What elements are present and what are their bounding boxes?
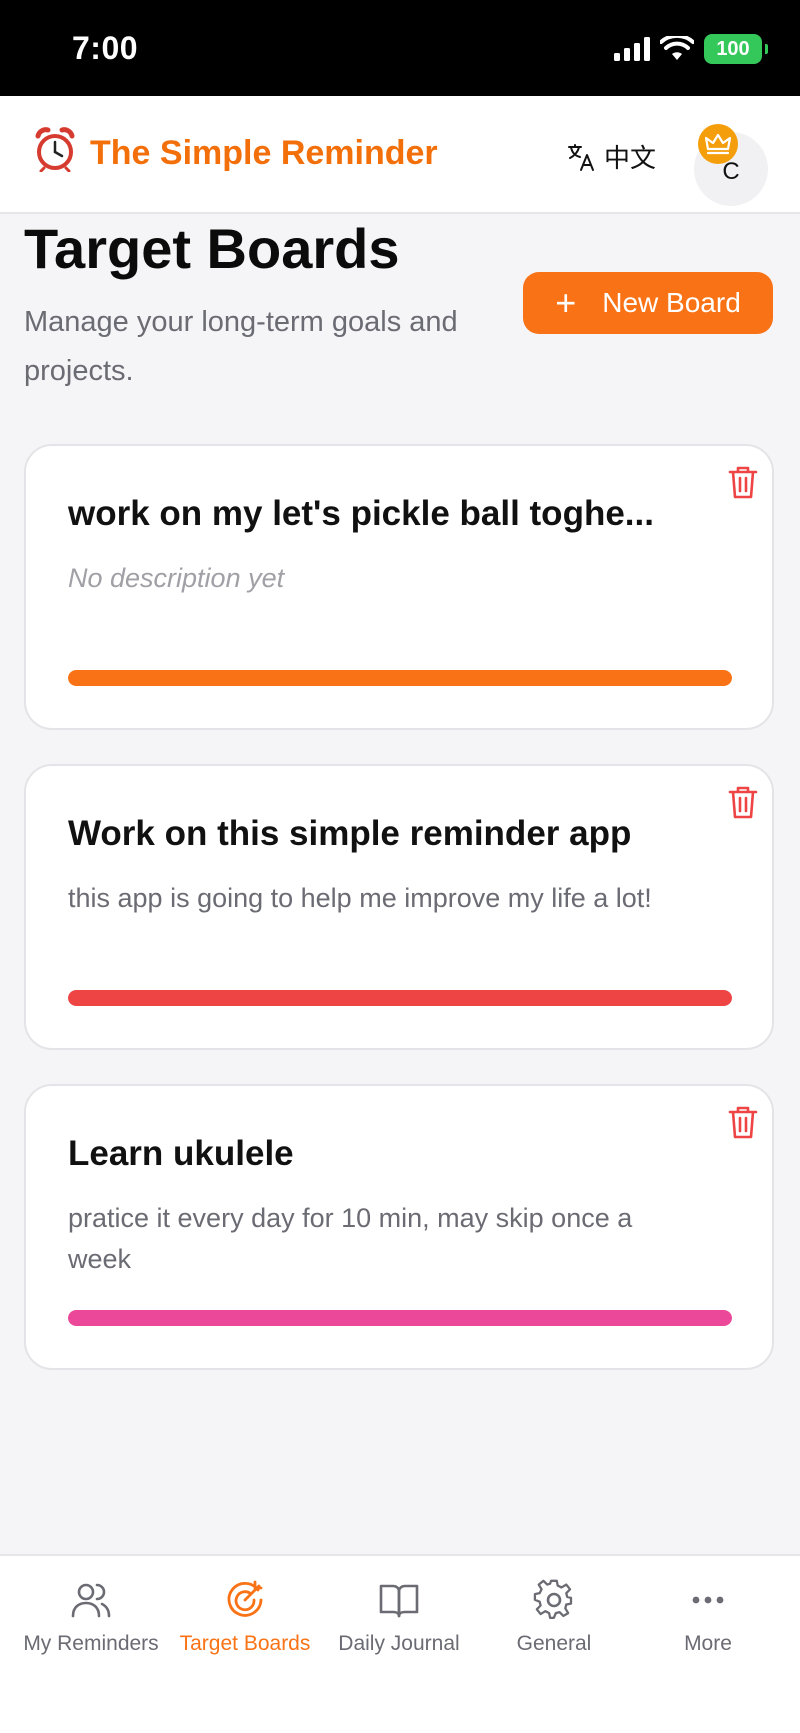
alarm-clock-icon xyxy=(35,127,75,172)
nav-label: Target Boards xyxy=(179,1632,311,1655)
nav-item-target-boards[interactable]: Target Boards xyxy=(165,1578,325,1656)
status-icons: 100 xyxy=(614,34,768,64)
page-title: Target Boards xyxy=(24,217,400,280)
board-title: Work on this simple reminder app xyxy=(68,814,632,853)
board-title: Learn ukulele xyxy=(68,1134,294,1173)
status-time: 7:00 xyxy=(72,30,139,66)
board-title: work on my let's pickle ball toghe... xyxy=(68,494,654,533)
bottom-nav: My Reminders Target Boards Daily Journal… xyxy=(0,1554,800,1733)
premium-badge xyxy=(698,124,738,164)
avatar-button[interactable]: C xyxy=(694,124,768,206)
nav-label: More xyxy=(684,1632,732,1655)
board-description: pratice it every day for 10 min, may ski… xyxy=(68,1203,633,1274)
nav-item-daily-journal[interactable]: Daily Journal xyxy=(319,1578,479,1656)
board-description: No description yet xyxy=(68,563,285,593)
board-card[interactable]: Work on this simple reminder app this ap… xyxy=(24,764,774,1050)
board-progress-bar xyxy=(68,990,732,1006)
page-subtitle: Manage your long-term goals and projects… xyxy=(24,306,458,387)
nav-item-general[interactable]: General xyxy=(474,1578,634,1656)
more-icon xyxy=(692,1596,724,1604)
translate-icon xyxy=(568,143,594,171)
board-progress-fill xyxy=(68,1310,732,1326)
gear-icon xyxy=(533,1579,573,1619)
nav-item-my-reminders[interactable]: My Reminders xyxy=(11,1578,171,1656)
board-card[interactable]: work on my let's pickle ball toghe... No… xyxy=(24,444,774,730)
trash-icon[interactable] xyxy=(726,464,760,500)
language-switch[interactable]: 中文 xyxy=(566,138,656,175)
board-progress-fill xyxy=(68,990,732,1006)
app-title: The Simple Reminder xyxy=(90,134,438,172)
new-board-button[interactable]: + New Board xyxy=(523,272,773,334)
new-board-label: New Board xyxy=(602,287,741,318)
battery-level: 100 xyxy=(716,37,750,60)
crown-icon xyxy=(705,133,731,155)
battery-indicator: 100 xyxy=(704,34,768,64)
wifi-icon xyxy=(660,36,694,60)
book-icon xyxy=(379,1584,419,1618)
plus-icon: + xyxy=(555,282,577,323)
target-icon xyxy=(227,1580,263,1617)
board-card[interactable]: Learn ukulele pratice it every day for 1… xyxy=(24,1084,774,1370)
nav-item-more[interactable]: More xyxy=(628,1578,788,1656)
language-label: 中文 xyxy=(604,143,657,173)
nav-label: My Reminders xyxy=(23,1632,159,1655)
nav-label: Daily Journal xyxy=(338,1632,460,1655)
nav-label: General xyxy=(516,1632,592,1655)
status-bar: 7:00 100 xyxy=(0,0,800,96)
users-icon xyxy=(71,1583,111,1618)
board-progress-bar xyxy=(68,670,732,686)
trash-icon[interactable] xyxy=(726,1104,760,1140)
board-progress-bar xyxy=(68,1310,732,1326)
board-progress-fill xyxy=(68,670,732,686)
board-description: this app is going to help me improve my … xyxy=(68,883,652,913)
trash-icon[interactable] xyxy=(726,784,760,820)
signal-icon xyxy=(614,37,650,61)
app-header: The Simple Reminder 中文 C xyxy=(0,96,800,214)
